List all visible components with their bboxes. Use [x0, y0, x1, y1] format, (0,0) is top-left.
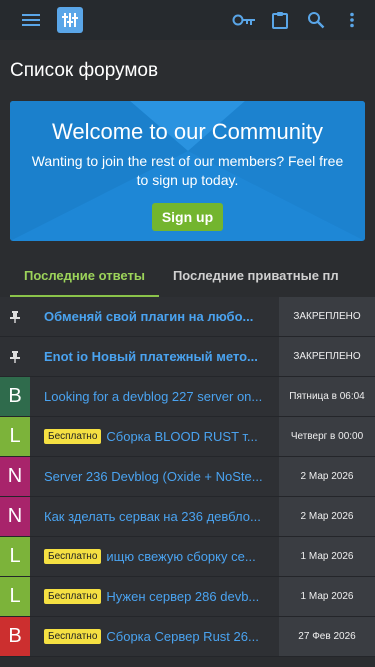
last-post-date: 2 Мар 2026: [279, 457, 375, 496]
avatar[interactable]: L: [0, 577, 30, 616]
avatar[interactable]: L: [0, 537, 30, 576]
avatar[interactable]: N: [0, 497, 30, 536]
thread-row[interactable]: Обменяй свой плагин на любо... ЗАКРЕПЛЕНО: [0, 297, 375, 337]
thread-row[interactable]: N Server 236 Devblog (Oxide + NoSte... 2 М…: [0, 457, 375, 497]
last-post-date: Пятница в 06:04: [279, 377, 375, 416]
prefix-badge: Бесплатно: [44, 589, 102, 604]
thread-title-link[interactable]: Обменяй свой плагин на любо...: [44, 309, 253, 324]
thread-main: Server 236 Devblog (Oxide + NoSte...: [30, 457, 279, 496]
thread-title-link[interactable]: Нужен сервер 286 devb...: [106, 589, 259, 604]
thread-list: Обменяй свой плагин на любо... ЗАКРЕПЛЕНО…: [0, 297, 375, 657]
thread-main: Бесплатно ищю свежую сборку се...: [30, 537, 279, 576]
tab-latest-private[interactable]: Последние приватные пл: [159, 257, 353, 297]
thread-title-link[interactable]: ищю свежую сборку се...: [106, 549, 255, 564]
thread-title-link[interactable]: Сборка BLOOD RUST т...: [106, 429, 257, 444]
sticky-label: ЗАКРЕПЛЕНО: [279, 337, 375, 376]
thread-main: Enot io Новый платежный мето...: [30, 337, 279, 376]
thread-row[interactable]: L Бесплатно Сборка BLOOD RUST т... Четверг …: [0, 417, 375, 457]
pin-icon: [0, 297, 30, 336]
thread-title-link[interactable]: Looking for a devblog 227 server on...: [44, 389, 262, 404]
clipboard-icon[interactable]: [267, 7, 293, 33]
last-post-date: 27 Фев 2026: [279, 617, 375, 656]
thread-main: Looking for a devblog 227 server on...: [30, 377, 279, 416]
thread-row[interactable]: B Looking for a devblog 227 server on... П…: [0, 377, 375, 417]
thread-main: Бесплатно Сборка Сервер Rust 26...: [30, 617, 279, 656]
banner-title: Welcome to our Community: [51, 119, 323, 144]
more-vertical-icon[interactable]: [339, 7, 365, 33]
last-post-date: Четверг в 00:00: [279, 417, 375, 456]
last-post-date: 2 Мар 2026: [279, 497, 375, 536]
last-post-date: 1 Мар 2026: [279, 577, 375, 616]
key-icon[interactable]: [231, 7, 257, 33]
thread-row[interactable]: L Бесплатно ищю свежую сборку се... 1 Мар 2…: [0, 537, 375, 577]
thread-main: Как зделать сервак на 236 девбло...: [30, 497, 279, 536]
tabs: Последние ответы Последние приватные пл: [0, 257, 375, 297]
thread-main: Бесплатно Сборка BLOOD RUST т...: [30, 417, 279, 456]
prefix-badge: Бесплатно: [44, 629, 102, 644]
thread-row[interactable]: Enot io Новый платежный мето... ЗАКРЕПЛЕН…: [0, 337, 375, 377]
logo-icon[interactable]: [57, 7, 83, 33]
last-post-date: 1 Мар 2026: [279, 537, 375, 576]
thread-main: Бесплатно Нужен сервер 286 devb...: [30, 577, 279, 616]
banner-text: Wanting to join the rest of our members?…: [31, 153, 344, 188]
pin-icon: [0, 337, 30, 376]
avatar[interactable]: L: [0, 417, 30, 456]
thread-title-link[interactable]: Как зделать сервак на 236 девбло...: [44, 509, 261, 524]
thread-title-link[interactable]: Сборка Сервер Rust 26...: [106, 629, 258, 644]
sign-up-button[interactable]: Sign up: [151, 203, 224, 231]
avatar[interactable]: B: [0, 377, 30, 416]
welcome-banner: Welcome to our Community Wanting to join…: [10, 101, 365, 241]
thread-title-link[interactable]: Server 236 Devblog (Oxide + NoSte...: [44, 469, 263, 484]
search-icon[interactable]: [303, 7, 329, 33]
top-bar: [0, 0, 375, 40]
thread-row[interactable]: B Бесплатно Сборка Сервер Rust 26... 27 Фев…: [0, 617, 375, 657]
prefix-badge: Бесплатно: [44, 549, 102, 564]
avatar[interactable]: B: [0, 617, 30, 656]
avatar[interactable]: N: [0, 457, 30, 496]
thread-row[interactable]: L Бесплатно Нужен сервер 286 devb... 1 Мар …: [0, 577, 375, 617]
thread-title-link[interactable]: Enot io Новый платежный мето...: [44, 349, 258, 364]
tab-latest-replies[interactable]: Последние ответы: [10, 257, 159, 297]
menu-icon[interactable]: [18, 7, 44, 33]
thread-row[interactable]: N Как зделать сервак на 236 девбло... 2 Ма…: [0, 497, 375, 537]
prefix-badge: Бесплатно: [44, 429, 102, 444]
sticky-label: ЗАКРЕПЛЕНО: [279, 297, 375, 336]
thread-main: Обменяй свой плагин на любо...: [30, 297, 279, 336]
